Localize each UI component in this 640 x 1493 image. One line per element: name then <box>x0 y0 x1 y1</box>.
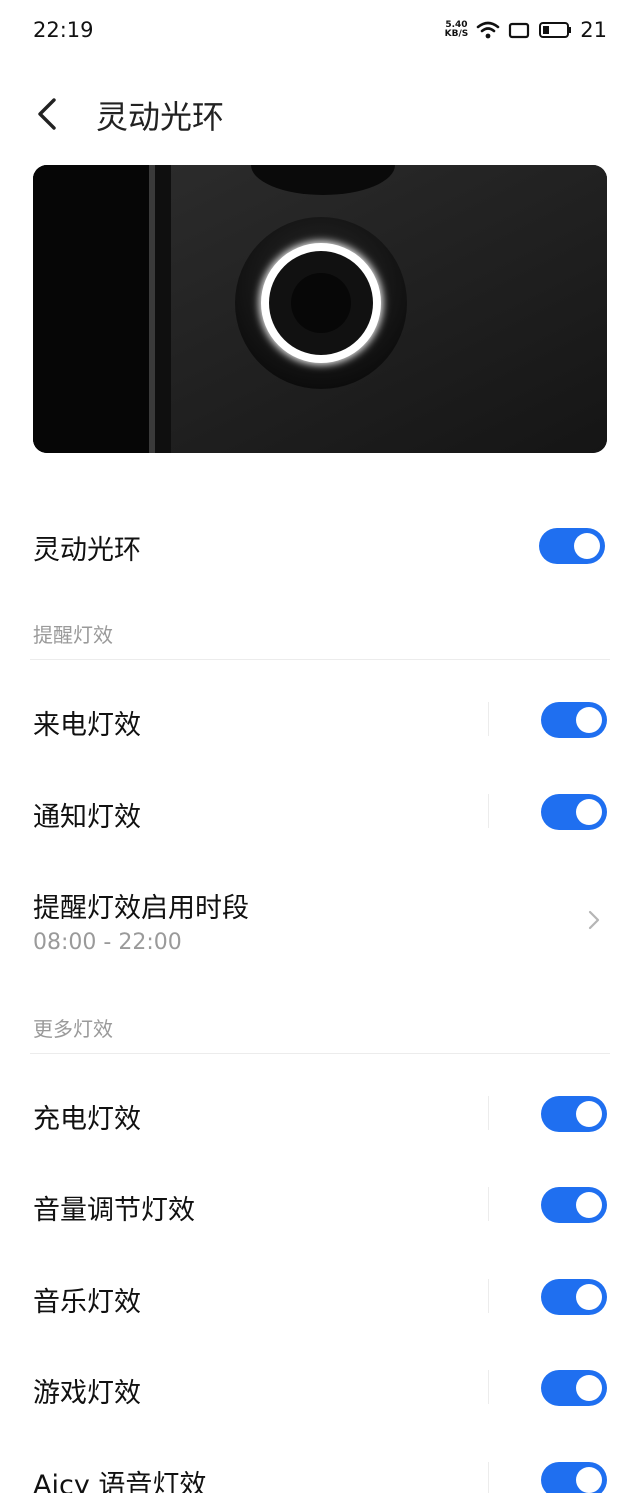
app-header: 灵动光环 <box>0 80 640 150</box>
setting-label: 来电灯效 <box>33 710 141 741</box>
network-speed: 5.40 KB/S <box>445 21 469 39</box>
status-icons: 5.40 KB/S 21 <box>445 16 607 44</box>
setting-label: Aicy 语音灯效 <box>33 1470 207 1493</box>
hero-image <box>33 165 607 453</box>
list-item[interactable]: 游戏灯效 <box>0 1363 640 1413</box>
volume-light-toggle[interactable] <box>541 1187 607 1223</box>
setting-label: 通知灯效 <box>33 802 141 833</box>
master-toggle-row[interactable]: 灵动光环 <box>0 520 640 572</box>
divider <box>488 1370 489 1404</box>
setting-label: 音乐灯效 <box>33 1287 141 1318</box>
screen-rotation-icon <box>509 22 530 39</box>
status-time: 22:19 <box>33 18 94 42</box>
halo-light-illustration <box>33 165 607 453</box>
battery-icon <box>539 22 572 38</box>
battery-level: 21 <box>580 18 607 42</box>
list-item[interactable]: Aicy 语音灯效 <box>0 1455 640 1493</box>
schedule-label: 提醒灯效启用时段 <box>33 893 249 924</box>
toggle-knob <box>576 1467 602 1493</box>
toggle-knob <box>576 1375 602 1401</box>
notification-light-toggle[interactable] <box>541 794 607 830</box>
setting-label: 音量调节灯效 <box>33 1195 195 1226</box>
divider <box>488 1096 489 1130</box>
divider <box>488 794 489 828</box>
master-toggle-switch[interactable] <box>539 528 605 564</box>
schedule-row[interactable]: 提醒灯效启用时段 08:00 - 22:00 <box>0 878 640 960</box>
incoming-call-light-toggle[interactable] <box>541 702 607 738</box>
toggle-knob <box>576 1284 602 1310</box>
section-more-header: 更多灯效 <box>33 1017 113 1041</box>
section-reminder-header: 提醒灯效 <box>33 623 113 647</box>
list-item[interactable]: 音乐灯效 <box>0 1272 640 1322</box>
setting-label: 充电灯效 <box>33 1104 141 1135</box>
charging-light-toggle[interactable] <box>541 1096 607 1132</box>
divider <box>488 1462 489 1493</box>
toggle-knob <box>576 1101 602 1127</box>
divider <box>488 1279 489 1313</box>
divider <box>488 1187 489 1221</box>
toggle-knob <box>576 1192 602 1218</box>
toggle-knob <box>576 707 602 733</box>
network-speed-unit: KB/S <box>444 29 469 39</box>
setting-label: 游戏灯效 <box>33 1378 141 1409</box>
music-light-toggle[interactable] <box>541 1279 607 1315</box>
aicy-voice-light-toggle[interactable] <box>541 1462 607 1493</box>
divider <box>488 702 489 736</box>
list-item[interactable]: 来电灯效 <box>0 695 640 745</box>
list-item[interactable]: 音量调节灯效 <box>0 1180 640 1230</box>
schedule-value: 08:00 - 22:00 <box>33 930 182 955</box>
back-arrow-icon[interactable] <box>30 94 66 134</box>
divider <box>30 1053 610 1054</box>
toggle-knob <box>574 533 600 559</box>
toggle-knob <box>576 799 602 825</box>
status-bar: 22:19 5.40 KB/S 21 <box>0 0 640 60</box>
page-title: 灵动光环 <box>96 98 225 136</box>
list-item[interactable]: 充电灯效 <box>0 1089 640 1139</box>
wifi-icon <box>476 21 500 39</box>
list-item[interactable]: 通知灯效 <box>0 787 640 837</box>
chevron-right-icon <box>588 910 600 930</box>
master-toggle-label: 灵动光环 <box>33 535 141 566</box>
game-light-toggle[interactable] <box>541 1370 607 1406</box>
divider <box>30 659 610 660</box>
